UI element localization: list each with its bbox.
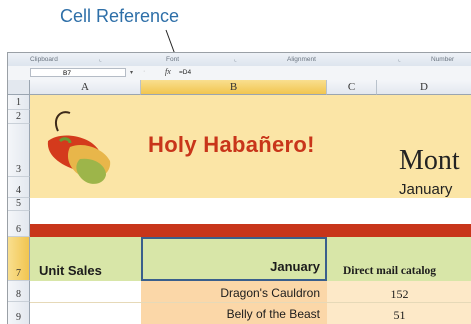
cell-c7-direct-mail[interactable]: Direct mail catalog: [343, 265, 436, 277]
row-header-6[interactable]: 6: [8, 211, 30, 237]
cell-a7-unit-sales[interactable]: Unit Sales: [39, 263, 102, 278]
row-header-5[interactable]: 5: [8, 198, 30, 211]
font-launcher-icon[interactable]: ⌞: [234, 56, 237, 63]
cell-b7-selected[interactable]: January: [141, 237, 327, 281]
alignment-launcher-icon[interactable]: ⌞: [398, 56, 401, 63]
excel-window: Clipboard ⌞ Font ⌞ Alignment ⌞ Number B7…: [7, 52, 471, 324]
row-header-9[interactable]: 9: [8, 302, 30, 324]
column-header-d[interactable]: D: [377, 80, 471, 95]
report-month: January: [399, 181, 453, 198]
formula-bar-cancel-icon[interactable]: ·: [143, 68, 145, 75]
insert-function-icon[interactable]: fx: [165, 67, 171, 76]
ribbon-group-number: Number: [431, 56, 455, 63]
ribbon-group-labels: Clipboard ⌞ Font ⌞ Alignment ⌞ Number: [8, 53, 471, 67]
cell-c8-value[interactable]: 152: [327, 287, 471, 302]
column-header-c[interactable]: C: [327, 80, 377, 95]
habanero-pepper-logo: [47, 111, 111, 184]
row-header-7[interactable]: 7: [8, 237, 30, 281]
name-box[interactable]: B7: [30, 68, 126, 77]
clipboard-launcher-icon[interactable]: ⌞: [99, 56, 102, 63]
column-header-b[interactable]: B: [141, 80, 327, 95]
row-header-8[interactable]: 8: [8, 281, 30, 302]
cell-c9-value[interactable]: 51: [327, 308, 471, 323]
select-all-corner[interactable]: [8, 80, 30, 95]
row-header-4[interactable]: 4: [8, 177, 30, 198]
formula-input[interactable]: =D4: [179, 69, 191, 76]
ribbon-group-alignment: Alignment: [287, 56, 316, 63]
name-box-dropdown-icon[interactable]: ▾: [130, 69, 133, 76]
cell-reference-callout: Cell Reference: [60, 6, 180, 26]
cell-b8-product[interactable]: Dragon's Cauldron: [220, 286, 320, 300]
row-header-1[interactable]: 1: [8, 95, 30, 110]
report-title: Mont: [399, 145, 460, 176]
cell-b9-product[interactable]: Belly of the Beast: [227, 307, 320, 321]
column-header-a[interactable]: A: [30, 80, 141, 95]
cell-b7-value: January: [270, 259, 320, 274]
ribbon-group-clipboard: Clipboard: [30, 56, 58, 63]
row-gridline: [30, 302, 471, 303]
row-header-3[interactable]: 3: [8, 124, 30, 177]
formula-bar: B7 ▾ · fx =D4: [8, 66, 471, 81]
ribbon-group-font: Font: [166, 56, 180, 63]
row-header-2[interactable]: 2: [8, 110, 30, 124]
brand-title: Holy Habañero!: [148, 132, 315, 157]
accent-bar-row-6: [30, 224, 471, 237]
